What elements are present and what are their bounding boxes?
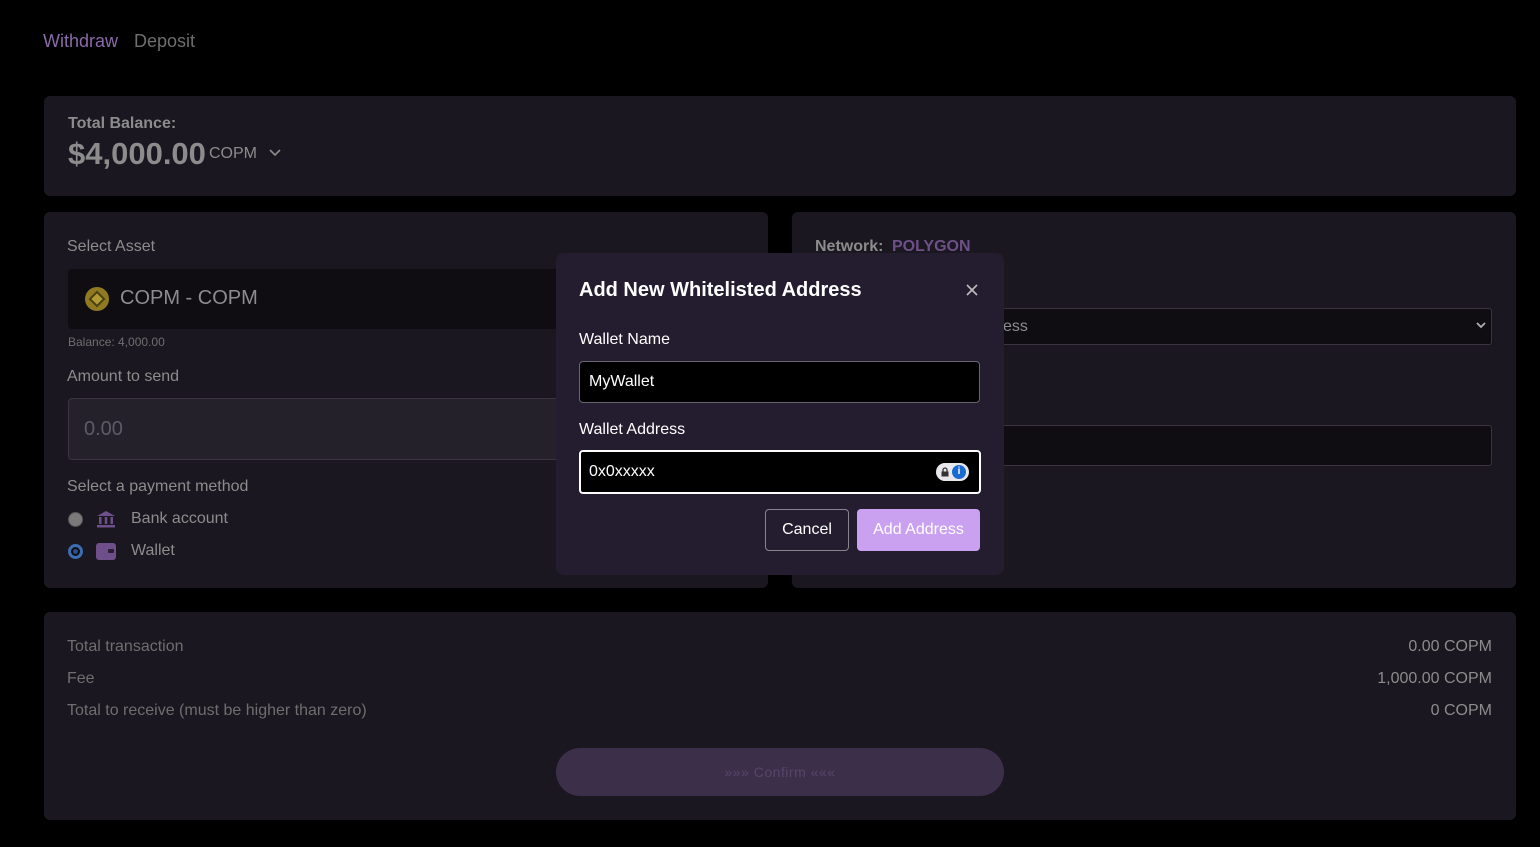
total-transaction-value: 0.00 COPM [1408, 638, 1492, 655]
tab-withdraw[interactable]: Withdraw [43, 31, 118, 52]
fee-value: 1,000.00 COPM [1377, 670, 1492, 687]
address-select-text: ess [1003, 318, 1028, 335]
add-address-button[interactable]: Add Address [857, 509, 980, 551]
lock-icon [941, 467, 949, 477]
total-balance-value: $4,000.00 [68, 136, 206, 171]
wallet-address-label: Wallet Address [579, 421, 686, 438]
bank-icon [97, 511, 115, 528]
password-manager-badge-icon: i [952, 465, 966, 479]
amount-placeholder: 0.00 [84, 418, 123, 440]
balance-card [44, 96, 1516, 196]
wallet-name-input[interactable] [579, 361, 980, 403]
total-receive-value: 0 COPM [1430, 702, 1492, 719]
asset-selected-name: COPM - COPM [120, 287, 258, 309]
chevron-down-icon[interactable] [268, 146, 282, 160]
asset-balance-note: Balance: 4,000.00 [68, 335, 165, 349]
wallet-icon [96, 543, 116, 560]
tab-deposit[interactable]: Deposit [134, 31, 195, 52]
close-icon[interactable] [965, 283, 979, 297]
cancel-button[interactable]: Cancel [765, 509, 849, 551]
select-asset-label: Select Asset [67, 238, 156, 255]
fee-label: Fee [67, 670, 95, 687]
payment-method-label: Select a payment method [67, 478, 249, 495]
total-balance-label: Total Balance: [68, 115, 177, 132]
modal-title: Add New Whitelisted Address [579, 279, 862, 301]
wallet-address-input[interactable] [579, 450, 981, 494]
bank-account-radio[interactable] [68, 512, 83, 527]
confirm-button-label: »»» Confirm ««« [724, 764, 836, 780]
chevron-down-icon[interactable] [1476, 320, 1486, 330]
wallet-name-label: Wallet Name [579, 331, 670, 348]
balance-currency-selector[interactable]: COPM [209, 145, 257, 163]
amount-label: Amount to send [67, 368, 180, 385]
bank-account-label[interactable]: Bank account [131, 510, 228, 528]
wallet-label[interactable]: Wallet [131, 542, 175, 560]
wallet-radio[interactable] [68, 544, 83, 559]
total-receive-label: Total to receive (must be higher than ze… [67, 702, 367, 719]
total-transaction-label: Total transaction [67, 638, 184, 655]
